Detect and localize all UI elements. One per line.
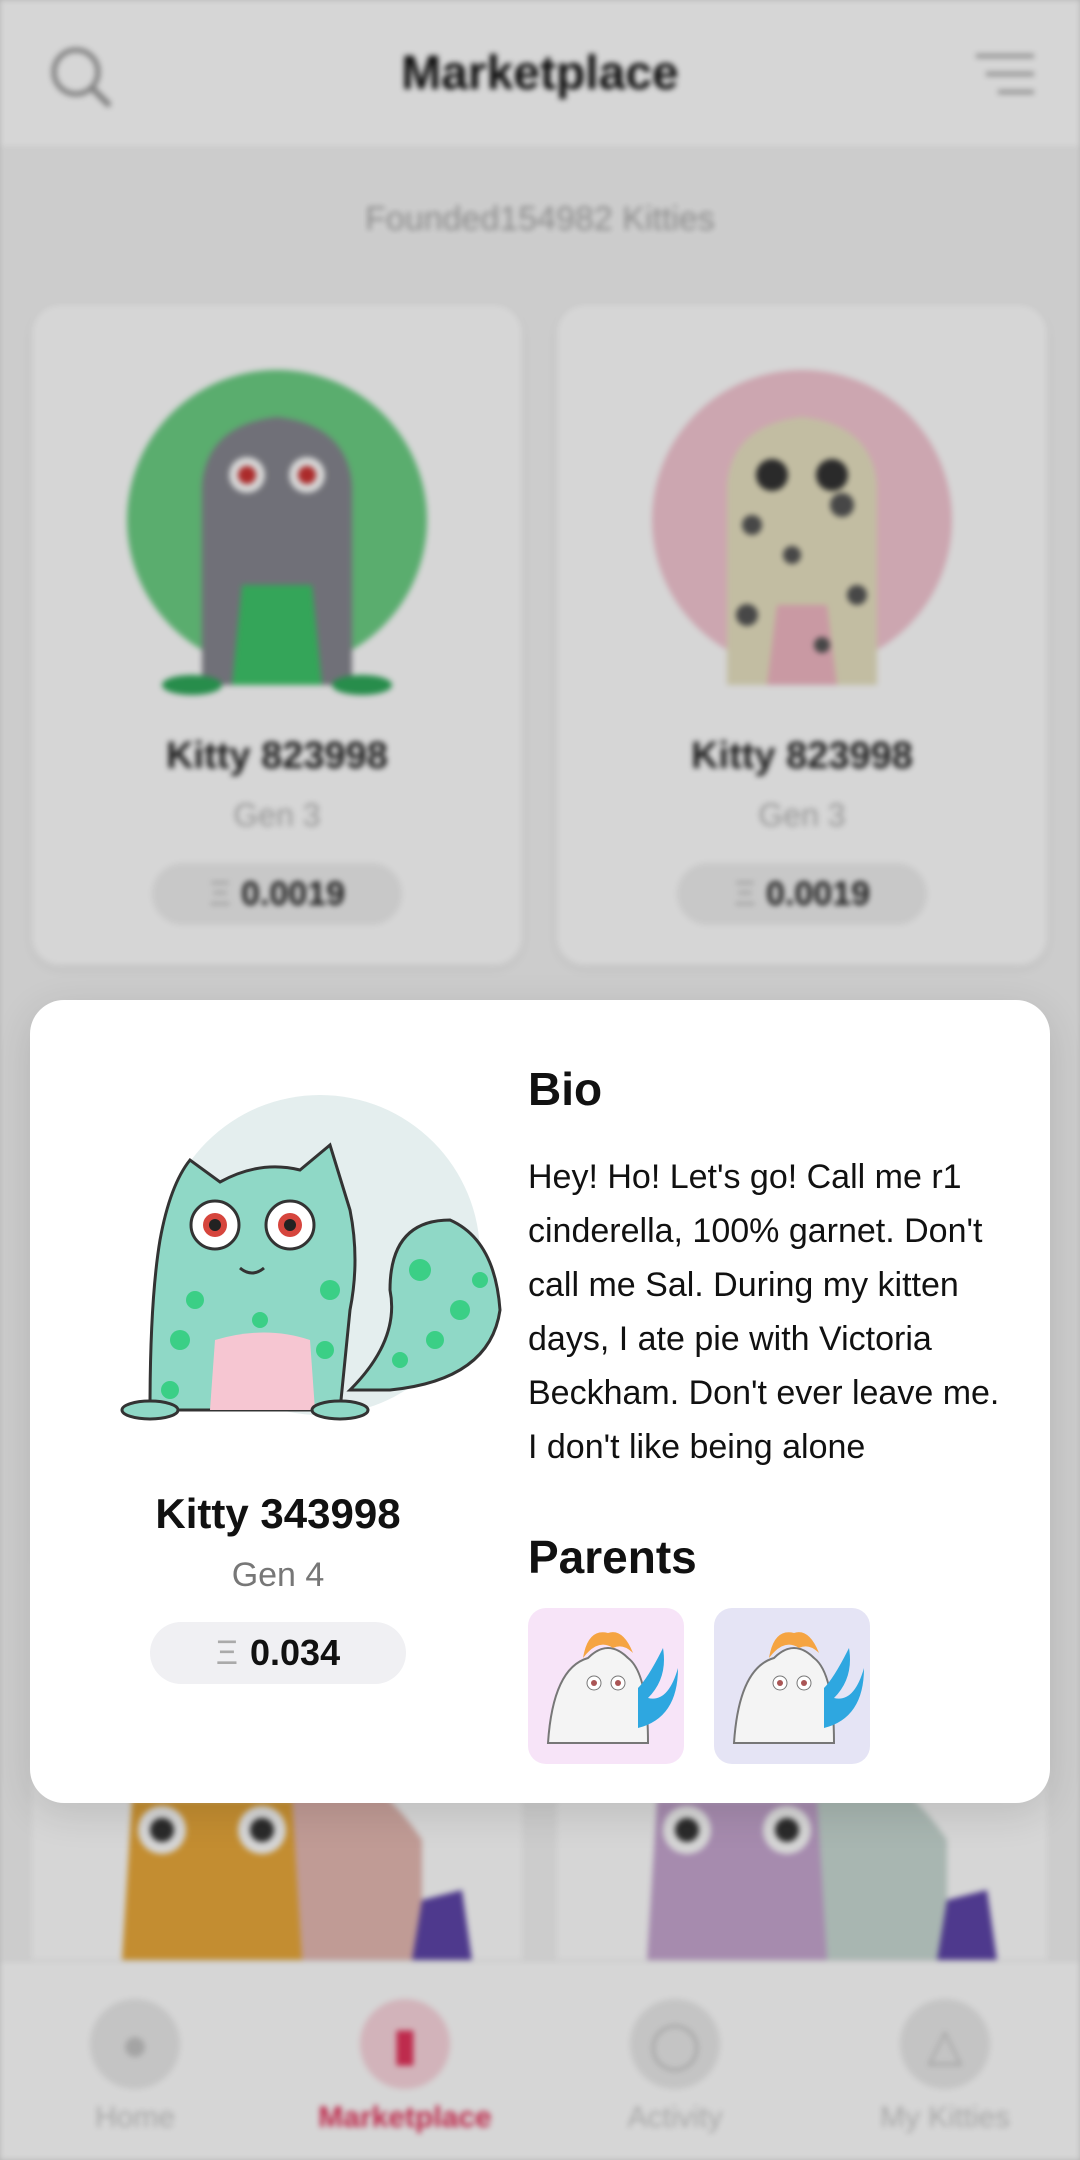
bio-text: Hey! Ho! Let's go! Call me r1 cinderella… xyxy=(528,1158,1000,1466)
kitty-price: Ξ 0.034 xyxy=(150,1622,406,1684)
kitty-name: Kitty 343998 xyxy=(155,1490,401,1537)
parents-heading: Parents xyxy=(528,1531,697,1583)
eth-icon: Ξ xyxy=(215,1633,238,1672)
kitty-image xyxy=(120,1095,502,1421)
kitty-detail-modal: Kitty 343998 Gen 4 Ξ 0.034 Bio Hey! Ho! … xyxy=(30,1000,1050,1803)
parent-kitty-2[interactable] xyxy=(714,1608,870,1764)
parent-kitty-image xyxy=(546,1632,678,1744)
kitty-gen: Gen 4 xyxy=(231,1556,325,1594)
bio-heading: Bio xyxy=(528,1063,603,1115)
parent-kitty-image xyxy=(732,1632,864,1744)
parent-kitty-1[interactable] xyxy=(528,1608,684,1764)
price-value: 0.034 xyxy=(250,1632,341,1673)
